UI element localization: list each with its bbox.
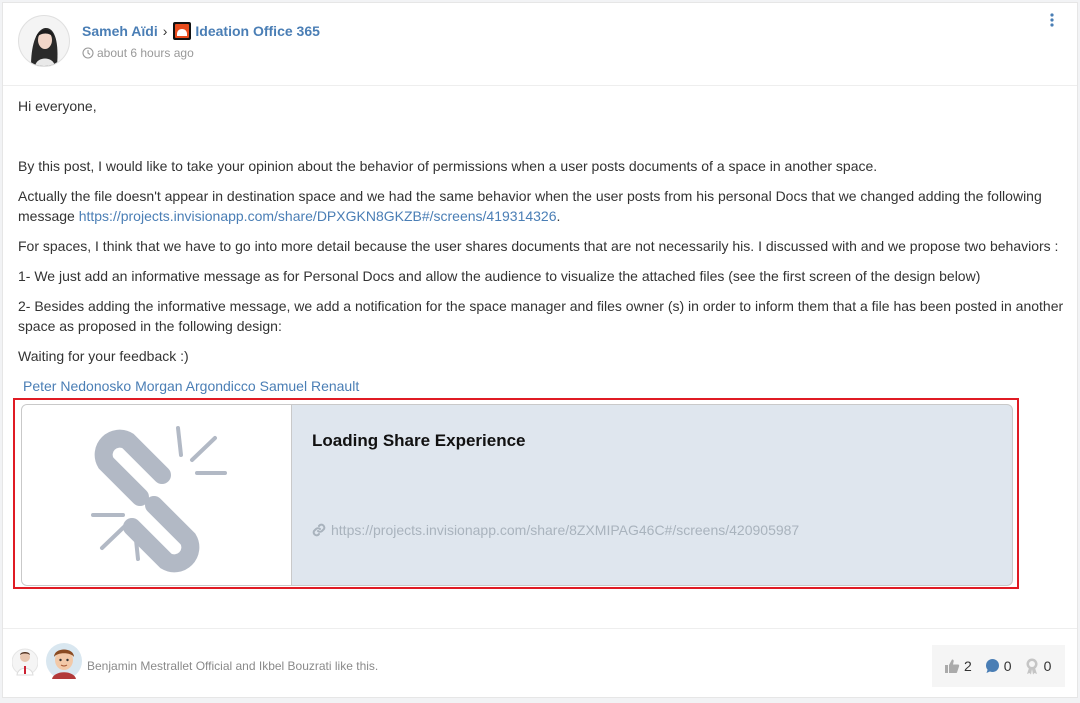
activity-card: Sameh Aïdi › Ideation Office 365 about 6…: [2, 2, 1078, 698]
likes-summary: Benjamin Mestrallet Official and Ikbel B…: [87, 659, 379, 673]
post-paragraph-2-end: .: [556, 208, 561, 224]
mention-link[interactable]: Samuel Renault: [260, 378, 360, 394]
space-name-link[interactable]: Ideation Office 365: [195, 23, 319, 39]
post-paragraph-5: 2- Besides adding the informative messag…: [18, 298, 1064, 334]
broken-link-icon: [91, 426, 227, 573]
mentions: Peter Nedonosko Morgan Argondicco Samuel…: [18, 376, 1078, 396]
liker-avatar[interactable]: [11, 645, 39, 679]
kudos-count: 0: [1043, 658, 1052, 674]
like-count: 2: [964, 658, 972, 674]
space-avatar-icon[interactable]: [173, 22, 192, 40]
author-avatar[interactable]: [18, 15, 70, 67]
post-body: Hi everyone, By this post, I would like …: [18, 96, 1078, 396]
like-button[interactable]: 2: [944, 658, 972, 674]
author-line: Sameh Aïdi › Ideation Office 365: [82, 22, 320, 40]
breadcrumb-separator: ›: [162, 23, 168, 39]
post-time-text: about 6 hours ago: [97, 46, 194, 60]
post-time: about 6 hours ago: [82, 46, 194, 60]
liker-avatar[interactable]: [46, 643, 82, 679]
comment-button[interactable]: 0: [984, 658, 1012, 674]
menu-dots-icon[interactable]: [1049, 12, 1055, 28]
mention-link[interactable]: Morgan Argondicco: [135, 378, 256, 394]
link-icon: [312, 523, 326, 537]
kudos-button[interactable]: 0: [1024, 658, 1052, 675]
link-preview-card[interactable]: Loading Share Experience https://project…: [21, 404, 1013, 586]
post-paragraph-1: By this post, I would like to take your …: [18, 158, 878, 174]
invision-link[interactable]: https://projects.invisionapp.com/share/D…: [79, 208, 557, 224]
post-paragraph-3: For spaces, I think that we have to go i…: [18, 238, 1059, 254]
author-name-link[interactable]: Sameh Aïdi: [82, 23, 158, 39]
activity-footer: Benjamin Mestrallet Official and Ikbel B…: [3, 628, 1077, 697]
post-greeting: Hi everyone,: [18, 98, 97, 114]
thumbs-up-icon: [945, 659, 960, 673]
kudos-icon: [1026, 658, 1038, 674]
post-paragraph-6: Waiting for your feedback :): [18, 348, 189, 364]
activity-header: Sameh Aïdi › Ideation Office 365 about 6…: [3, 3, 1077, 86]
comment-icon: [985, 659, 999, 673]
link-preview-thumbnail: [22, 405, 292, 585]
clock-icon: [82, 47, 94, 59]
link-preview-url[interactable]: https://projects.invisionapp.com/share/8…: [312, 522, 799, 538]
link-preview-url-text[interactable]: https://projects.invisionapp.com/share/8…: [331, 522, 799, 538]
mention-link[interactable]: Peter Nedonosko: [23, 378, 131, 394]
link-preview-title[interactable]: Loading Share Experience: [312, 431, 526, 451]
post-paragraph-4: 1- We just add an informative message as…: [18, 268, 981, 284]
highlight-box: Loading Share Experience https://project…: [13, 398, 1019, 589]
post-paragraph-2: Actually the file doesn't appear in dest…: [18, 186, 1078, 226]
comment-count: 0: [1003, 658, 1012, 674]
activity-stats: 2 0 0: [932, 645, 1065, 687]
